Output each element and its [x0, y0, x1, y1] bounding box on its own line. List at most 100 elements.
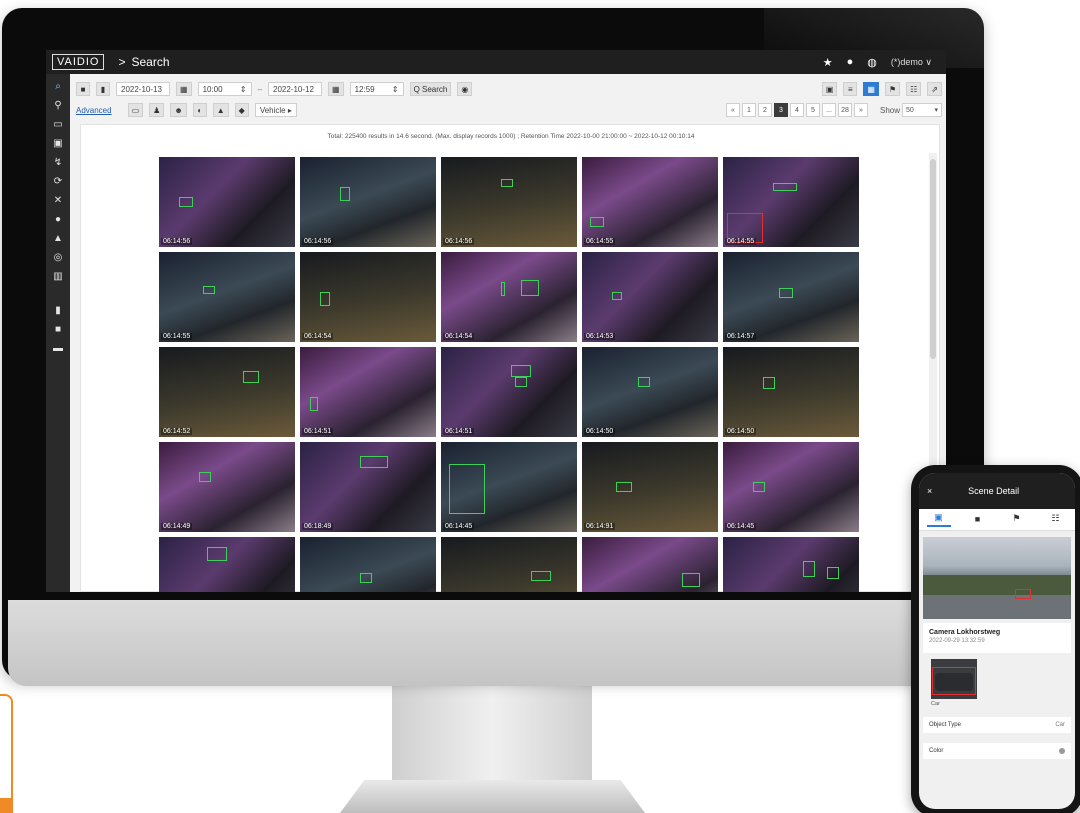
end-time-input[interactable]: 12:59 ⇕ [349, 82, 404, 96]
intrusion-icon[interactable]: ✕ [49, 192, 67, 208]
face-icon[interactable]: ▣ [49, 135, 67, 151]
stats-icon[interactable]: ▥ [49, 268, 67, 284]
result-thumbnail[interactable]: 06:14:54 [441, 252, 577, 342]
detection-box [179, 197, 193, 207]
page-prev[interactable]: « [725, 103, 740, 117]
result-thumbnail[interactable] [159, 537, 295, 592]
face-filter-icon[interactable]: ☻ [170, 103, 187, 117]
tab-detail-icon[interactable]: ▣ [926, 512, 951, 527]
page-title: Search [131, 55, 170, 69]
page-next[interactable]: » [853, 103, 868, 117]
result-thumbnail[interactable]: 06:14:49 [159, 442, 295, 532]
result-thumbnail[interactable] [300, 537, 436, 592]
tag-filter-icon[interactable]: ◆ [234, 103, 249, 117]
color-filter-icon[interactable]: ◐ [192, 103, 207, 117]
page-5[interactable]: 5 [805, 103, 820, 117]
result-thumbnail[interactable]: 06:14:91 [582, 442, 718, 532]
thumbnail-timestamp: 06:14:91 [584, 523, 616, 530]
thumbnail-timestamp: 06:14:55 [584, 238, 616, 245]
vehicle-select[interactable]: Vehicle ▸ [254, 103, 297, 117]
line-crossing-icon[interactable]: ↯ [49, 154, 67, 170]
calendar-icon[interactable]: ▦ [176, 82, 192, 96]
page-2[interactable]: 2 [757, 103, 772, 117]
camera-filter-icon[interactable]: ■ [76, 82, 90, 96]
video-icon[interactable]: ■ [49, 321, 67, 337]
scrollbar-thumb[interactable] [930, 159, 936, 359]
camera-scan-icon[interactable]: ◎ [49, 249, 67, 265]
file-filter-icon[interactable]: ▮ [96, 82, 110, 96]
result-thumbnail[interactable] [723, 537, 859, 592]
result-thumbnail[interactable]: 06:14:52 [159, 347, 295, 437]
page-28[interactable]: 28 [837, 103, 852, 117]
warning-filter-icon[interactable]: ▲ [212, 103, 229, 117]
result-thumbnail[interactable]: 06:14:50 [723, 347, 859, 437]
thumbnail-scene [582, 157, 718, 247]
result-thumbnail[interactable]: 06:14:56 [441, 157, 577, 247]
pin-icon[interactable]: ★ [823, 56, 833, 69]
tab-info-icon[interactable]: ☷ [1044, 513, 1068, 526]
spinner-icon[interactable]: ⇕ [392, 85, 399, 94]
snapshot-icon[interactable]: ◉ [457, 82, 473, 96]
device-icon[interactable]: ▬ [49, 340, 67, 356]
detail-view-icon[interactable]: ☷ [906, 82, 922, 96]
result-thumbnail[interactable]: 06:14:55 [159, 252, 295, 342]
result-thumbnail[interactable]: 06:14:55 [723, 157, 859, 247]
page-3[interactable]: 3 [773, 103, 788, 117]
result-thumbnail[interactable]: 06:18:49 [300, 442, 436, 532]
result-thumbnail[interactable]: 06:14:57 [723, 252, 859, 342]
show-count-select[interactable]: 50 ▾ [902, 103, 942, 117]
detection-box [590, 217, 604, 227]
bell-icon[interactable]: ▲ [49, 230, 67, 246]
tab-location-icon[interactable]: ⚑ [1005, 513, 1029, 526]
start-date-input[interactable]: 2022-10-13 [116, 82, 170, 96]
document-icon[interactable]: ▮ [49, 302, 67, 318]
scene-road [923, 595, 1071, 619]
advanced-link[interactable]: Advanced [76, 106, 112, 115]
grid-view-icon[interactable]: ▦ [863, 82, 879, 96]
object-type-value: Car [1055, 722, 1065, 728]
thumbnail-scene [441, 347, 577, 437]
detection-box [511, 365, 531, 377]
result-thumbnail[interactable]: 06:14:45 [441, 442, 577, 532]
loitering-icon[interactable]: ⟳ [49, 173, 67, 189]
page-1[interactable]: 1 [741, 103, 756, 117]
person-icon[interactable]: ⚲ [49, 97, 67, 113]
result-thumbnail[interactable]: 06:14:51 [300, 347, 436, 437]
alert-icon[interactable]: ● [49, 211, 67, 227]
search-button[interactable]: Q Search [409, 82, 452, 96]
calendar-icon[interactable]: ▦ [328, 82, 344, 96]
spinner-icon[interactable]: ⇕ [240, 85, 247, 94]
sidebar: ⌕ ⚲ ▭ ▣ ↯ ⟳ ✕ ● ▲ ◎ ▥ ▮ ■ ▬ [46, 74, 70, 592]
search-icon[interactable]: ⌕ [49, 78, 67, 94]
result-thumbnail[interactable]: 06:14:55 [582, 157, 718, 247]
map-pin-icon[interactable]: ⚑ [884, 82, 901, 96]
user-menu[interactable]: (*)demo ∨ [891, 57, 932, 68]
result-thumbnail[interactable] [582, 537, 718, 592]
result-thumbnail[interactable]: 06:14:56 [159, 157, 295, 247]
vaidio-logo[interactable]: VAIDIO [52, 54, 105, 70]
result-thumbnail[interactable]: 06:14:45 [723, 442, 859, 532]
result-thumbnail[interactable]: 06:14:53 [582, 252, 718, 342]
color-swatch [1059, 748, 1065, 754]
result-thumbnail[interactable]: 06:14:56 [300, 157, 436, 247]
save-icon[interactable]: ▣ [821, 82, 838, 96]
vehicle-icon[interactable]: ▭ [49, 116, 67, 132]
list-view-icon[interactable]: ≡ [843, 82, 858, 96]
object-thumbnail[interactable] [931, 659, 977, 699]
page-4[interactable]: 4 [789, 103, 804, 117]
result-thumbnail[interactable]: 06:14:50 [582, 347, 718, 437]
globe-icon[interactable]: ◍ [867, 56, 877, 69]
end-date-input[interactable]: 2022-10-12 [268, 82, 323, 96]
export-icon[interactable]: ⇗ [927, 82, 942, 96]
tab-camera-icon[interactable]: ■ [966, 514, 990, 526]
scene-image[interactable] [923, 537, 1071, 619]
result-thumbnail[interactable]: 06:14:51 [441, 347, 577, 437]
start-time-input[interactable]: 10:00 ⇕ [197, 82, 252, 96]
info-icon[interactable]: ● [847, 56, 854, 68]
result-thumbnail[interactable]: 06:14:54 [300, 252, 436, 342]
person-filter-icon[interactable]: ♟ [149, 103, 165, 117]
detection-box [682, 573, 700, 587]
result-thumbnail[interactable] [441, 537, 577, 592]
end-time-value: 12:59 [354, 84, 375, 94]
car-filter-icon[interactable]: ▭ [127, 103, 144, 117]
